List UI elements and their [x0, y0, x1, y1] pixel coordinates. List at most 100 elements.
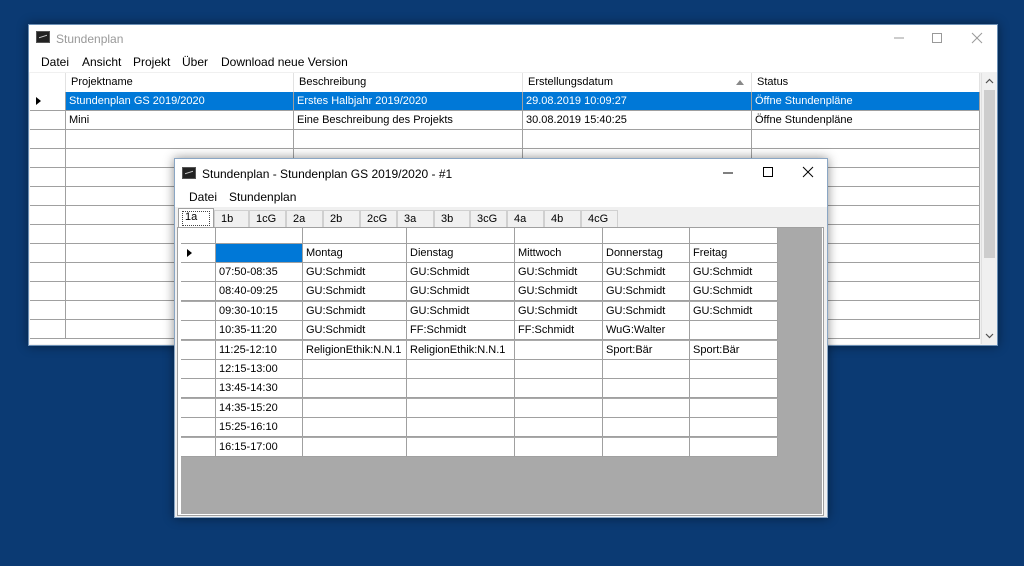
- lesson-cell[interactable]: [515, 340, 603, 360]
- lesson-cell[interactable]: [690, 398, 778, 418]
- empty-row[interactable]: [30, 130, 980, 149]
- tab-2b[interactable]: 2b: [323, 210, 360, 227]
- lesson-cell[interactable]: GU:Schmidt: [303, 263, 407, 282]
- row-header[interactable]: [30, 187, 66, 206]
- day-header-freitag[interactable]: Freitag: [690, 244, 778, 263]
- time-slot[interactable]: 09:30-10:15: [216, 301, 303, 321]
- time-slot[interactable]: 16:15-17:00: [216, 437, 303, 457]
- menu-item-datei[interactable]: Datei: [189, 190, 217, 204]
- lesson-cell[interactable]: [515, 379, 603, 399]
- time-slot[interactable]: 10:35-11:20: [216, 321, 303, 341]
- project-row[interactable]: Stundenplan GS 2019/2020 Erstes Halbjahr …: [30, 92, 980, 111]
- lesson-cell[interactable]: [515, 437, 603, 457]
- lesson-cell[interactable]: GU:Schmidt: [407, 263, 515, 282]
- row-header[interactable]: [181, 398, 216, 418]
- project-cell[interactable]: [66, 130, 294, 149]
- lesson-cell[interactable]: GU:Schmidt: [603, 301, 690, 321]
- lesson-cell[interactable]: [690, 379, 778, 399]
- row-header[interactable]: [181, 282, 216, 302]
- lesson-cell[interactable]: [303, 360, 407, 379]
- row-header[interactable]: [30, 263, 66, 282]
- time-slot[interactable]: 08:40-09:25: [216, 282, 303, 302]
- lesson-cell[interactable]: [690, 437, 778, 457]
- project-cell[interactable]: 30.08.2019 15:40:25: [523, 111, 752, 130]
- time-slot[interactable]: 11:25-12:10: [216, 340, 303, 360]
- project-cell[interactable]: Öffne Stundenpläne: [752, 111, 980, 130]
- lesson-cell[interactable]: [603, 418, 690, 438]
- lesson-cell[interactable]: [603, 379, 690, 399]
- lesson-cell[interactable]: [407, 418, 515, 438]
- lesson-cell[interactable]: [515, 360, 603, 379]
- project-grid-scrollbar[interactable]: [981, 73, 997, 344]
- lesson-cell[interactable]: GU:Schmidt: [603, 282, 690, 302]
- lesson-cell[interactable]: [603, 398, 690, 418]
- column-header-projektname[interactable]: Projektname: [66, 73, 294, 92]
- day-header-mittwoch[interactable]: Mittwoch: [515, 244, 603, 263]
- lesson-cell[interactable]: [515, 398, 603, 418]
- lesson-cell[interactable]: [303, 398, 407, 418]
- tab-1a[interactable]: 1a: [178, 208, 214, 227]
- lesson-cell[interactable]: GU:Schmidt: [690, 282, 778, 302]
- row-header[interactable]: [30, 244, 66, 263]
- lesson-cell[interactable]: GU:Schmidt: [603, 263, 690, 282]
- row-header[interactable]: [181, 418, 216, 438]
- lesson-cell[interactable]: [303, 437, 407, 457]
- lesson-cell[interactable]: GU:Schmidt: [690, 301, 778, 321]
- project-cell[interactable]: Mini: [66, 111, 294, 130]
- lesson-cell[interactable]: FF:Schmidt: [515, 321, 603, 341]
- time-slot[interactable]: 14:35-15:20: [216, 398, 303, 418]
- lesson-cell[interactable]: GU:Schmidt: [515, 263, 603, 282]
- lesson-cell[interactable]: FF:Schmidt: [407, 321, 515, 341]
- lesson-cell[interactable]: [303, 379, 407, 399]
- menu-item-stundenplan[interactable]: Stundenplan: [229, 190, 296, 204]
- row-header[interactable]: [30, 130, 66, 149]
- menu-item-download-neue-version[interactable]: Download neue Version: [221, 55, 348, 69]
- lesson-cell[interactable]: ReligionEthik:N.N.1: [407, 340, 515, 360]
- row-header[interactable]: [30, 301, 66, 320]
- lesson-cell[interactable]: Sport:Bär: [603, 340, 690, 360]
- menu-item-über[interactable]: Über: [182, 55, 208, 69]
- scrollbar-thumb[interactable]: [984, 90, 995, 258]
- row-header[interactable]: [181, 263, 216, 282]
- main-titlebar[interactable]: Stundenplan: [29, 25, 997, 51]
- time-slot[interactable]: 12:15-13:00: [216, 360, 303, 379]
- day-header-donnerstag[interactable]: Donnerstag: [603, 244, 690, 263]
- row-header[interactable]: [30, 168, 66, 187]
- lesson-cell[interactable]: [690, 360, 778, 379]
- lesson-cell[interactable]: [407, 379, 515, 399]
- day-header-dienstag[interactable]: Dienstag: [407, 244, 515, 263]
- row-header[interactable]: [181, 437, 216, 457]
- tab-4cg[interactable]: 4cG: [581, 210, 618, 227]
- tab-2a[interactable]: 2a: [286, 210, 323, 227]
- lesson-cell[interactable]: GU:Schmidt: [407, 301, 515, 321]
- column-header-beschreibung[interactable]: Beschreibung: [294, 73, 523, 92]
- row-header[interactable]: [30, 111, 66, 130]
- row-header[interactable]: [181, 340, 216, 360]
- tab-3b[interactable]: 3b: [434, 210, 470, 227]
- menu-item-datei[interactable]: Datei: [41, 55, 69, 69]
- lesson-cell[interactable]: GU:Schmidt: [515, 282, 603, 302]
- row-header[interactable]: [181, 379, 216, 399]
- project-cell[interactable]: [294, 130, 523, 149]
- row-header[interactable]: [30, 225, 66, 244]
- project-cell[interactable]: Eine Beschreibung des Projekts: [294, 111, 523, 130]
- time-header-cell[interactable]: [216, 244, 303, 263]
- row-header[interactable]: [181, 244, 216, 263]
- column-header-erstellungsdatum[interactable]: Erstellungsdatum: [523, 73, 752, 92]
- row-header[interactable]: [30, 320, 66, 339]
- time-slot[interactable]: 15:25-16:10: [216, 418, 303, 438]
- chevron-up-icon[interactable]: [982, 74, 997, 89]
- project-cell[interactable]: [523, 130, 752, 149]
- column-header-status[interactable]: Status: [752, 73, 980, 92]
- row-header[interactable]: [30, 206, 66, 225]
- lesson-cell[interactable]: [407, 437, 515, 457]
- lesson-cell[interactable]: WuG:Walter: [603, 321, 690, 341]
- lesson-cell[interactable]: [407, 398, 515, 418]
- project-row[interactable]: Mini Eine Beschreibung des Projekts 30.08.…: [30, 111, 980, 130]
- time-slot[interactable]: 13:45-14:30: [216, 379, 303, 399]
- tab-4b[interactable]: 4b: [544, 210, 581, 227]
- row-header[interactable]: [181, 360, 216, 379]
- project-cell[interactable]: 29.08.2019 10:09:27: [523, 92, 752, 111]
- day-header-montag[interactable]: Montag: [303, 244, 407, 263]
- lesson-cell[interactable]: [303, 418, 407, 438]
